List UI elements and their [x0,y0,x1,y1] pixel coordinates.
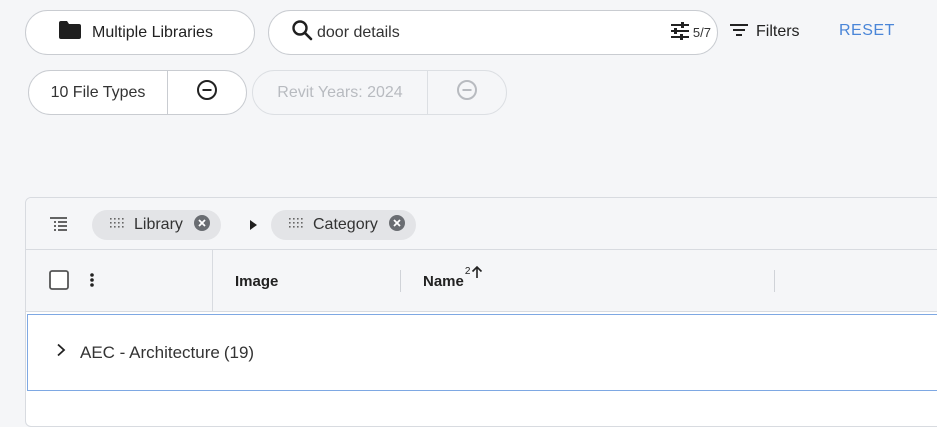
column-header-image[interactable]: Image [235,250,278,312]
revit-years-remove-button [428,71,506,114]
more-vertical-icon[interactable] [90,273,94,292]
data-grid: Library Category Image Name 2 AEC - Arch… [25,197,937,427]
chevron-right-icon[interactable] [56,343,66,362]
remove-circle-icon [456,79,478,106]
group-chip-library[interactable]: Library [92,210,221,240]
library-selector-label: Multiple Libraries [92,23,213,41]
filters-label: Filters [756,23,800,40]
group-chip-category[interactable]: Category [271,210,416,240]
search-result-counter: 5/7 [692,25,711,40]
close-circle-icon[interactable] [388,214,406,237]
column-header-name[interactable]: Name 2 [423,250,483,312]
column-resize-handle[interactable] [774,270,775,292]
drag-handle-icon[interactable] [110,216,124,234]
search-options-button[interactable]: 5/7 [669,21,711,44]
search-box[interactable]: door details 5/7 [268,10,718,55]
drag-handle-icon[interactable] [289,216,303,234]
column-header-name-label: Name [423,272,464,290]
select-all-checkbox[interactable] [49,270,69,295]
group-row-label: AEC - Architecture (19) [80,342,255,362]
file-types-chip[interactable]: 10 File Types [28,70,247,115]
sort-ascending-icon[interactable] [471,265,483,283]
grouping-bar: Library Category [26,198,937,250]
column-resize-handle[interactable] [400,270,401,292]
group-list-icon[interactable] [50,216,68,237]
tune-icon [669,21,691,44]
group-chip-label: Library [134,216,183,233]
revit-years-chip-label: Revit Years: 2024 [253,71,428,114]
grid-header-row: Image Name 2 [26,250,937,312]
close-circle-icon[interactable] [193,214,211,237]
folder-icon [58,20,82,45]
group-chip-label: Category [313,216,378,233]
reset-button[interactable]: RESET [839,22,895,40]
remove-circle-icon [196,79,218,106]
group-row[interactable]: AEC - Architecture (19) [27,314,937,391]
filter-icon [730,23,748,42]
search-icon [291,19,313,46]
file-types-remove-button[interactable] [168,71,246,114]
filters-button[interactable]: Filters [730,18,800,46]
column-divider [212,250,213,312]
file-types-chip-label: 10 File Types [29,71,168,114]
revit-years-chip: Revit Years: 2024 [252,70,507,115]
chevron-right-icon [248,218,258,236]
library-selector-button[interactable]: Multiple Libraries [25,10,255,55]
sort-order-index: 2 [464,266,471,277]
search-input[interactable]: door details [317,24,669,42]
